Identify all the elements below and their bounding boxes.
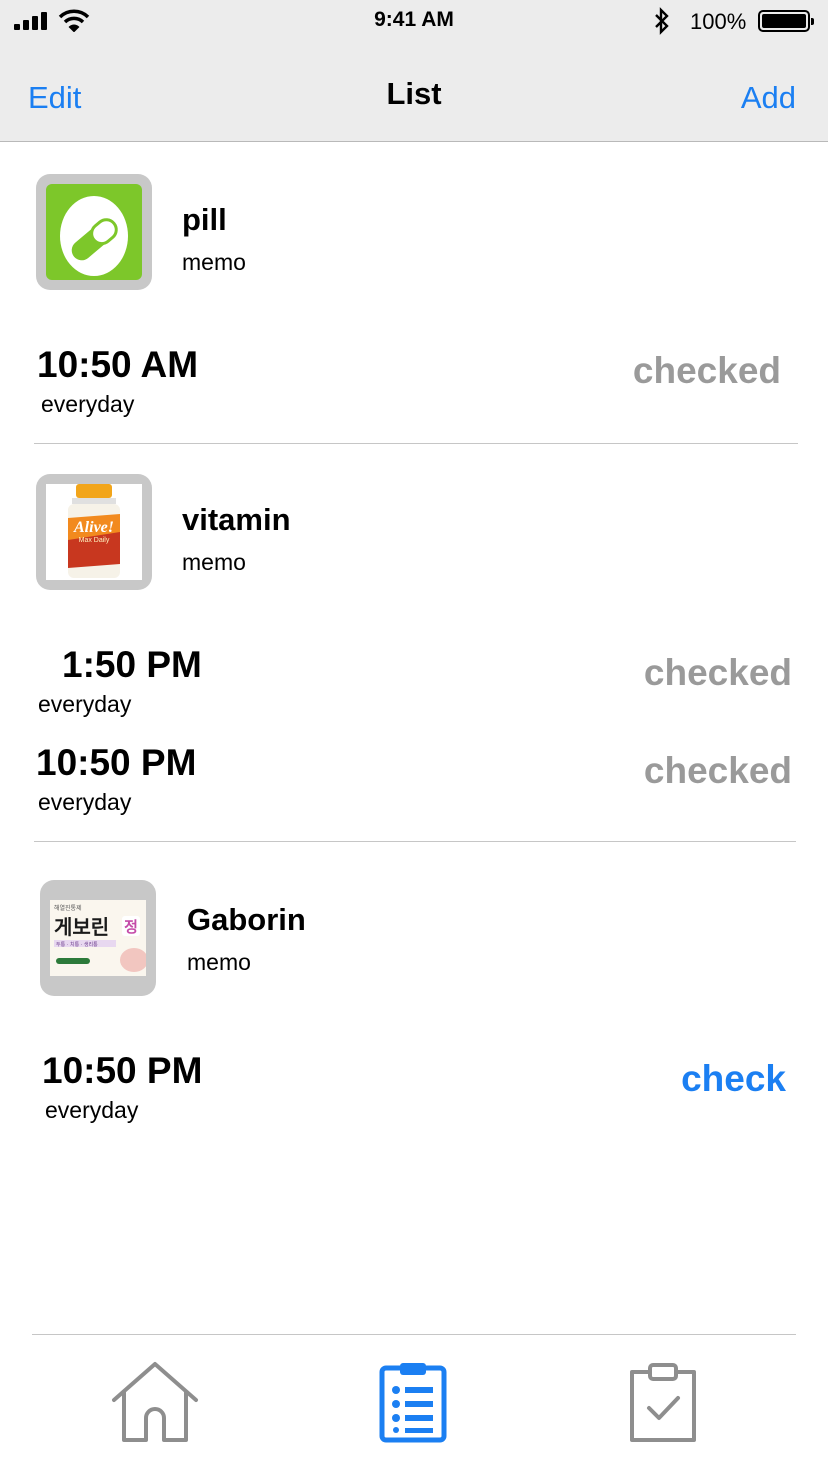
clipboard-check-icon[interactable] [618, 1360, 708, 1444]
vitamin-bottle-image: Alive! Max Daily [46, 484, 142, 580]
status-bar: 9:41 AM 100% [0, 0, 828, 42]
divider [34, 443, 798, 444]
gaborin-thumbnail[interactable]: 해열진통제 게보린 정 두통 · 치통 · 생리통 [40, 880, 156, 996]
bluetooth-icon [655, 7, 669, 35]
schedule-time: 10:50 PM [42, 1050, 203, 1091]
battery-percent: 100% [690, 9, 747, 34]
schedule-frequency: everyday [38, 789, 132, 815]
svg-text:두통 · 치통 · 생리통: 두통 · 치통 · 생리통 [56, 941, 98, 948]
battery-icon [758, 10, 814, 32]
svg-text:Alive!: Alive! [73, 519, 114, 536]
item-memo: memo [182, 549, 246, 575]
checked-status: checked [643, 652, 792, 693]
vitamin-thumbnail[interactable]: Alive! Max Daily [36, 474, 152, 590]
add-button[interactable]: Add [741, 80, 796, 116]
divider [34, 841, 796, 842]
schedule-time: 10:50 PM [36, 742, 197, 783]
page-title: List [386, 76, 442, 111]
item-name: pill [182, 202, 227, 237]
svg-text:게보린: 게보린 [54, 915, 109, 939]
tabbar-divider [32, 1334, 796, 1335]
svg-text:정: 정 [124, 918, 138, 936]
schedule-time: 1:50 PM [62, 644, 202, 685]
pill-icon [46, 184, 142, 280]
gaborin-box-image: 해열진통제 게보린 정 두통 · 치통 · 생리통 [50, 900, 146, 976]
list-icon[interactable] [369, 1360, 459, 1444]
schedule-frequency: everyday [45, 1097, 139, 1123]
check-button[interactable]: check [681, 1058, 786, 1100]
schedule-time: 10:50 AM [37, 344, 199, 385]
item-name: vitamin [182, 502, 291, 537]
svg-text:Max Daily: Max Daily [79, 537, 110, 544]
checked-status: checked [632, 350, 781, 391]
item-name: Gaborin [187, 902, 306, 937]
checked-status: checked [643, 750, 792, 791]
item-memo: memo [187, 949, 251, 975]
navigation-bar: 9:41 AM 100% Edit List Add [0, 0, 828, 142]
svg-text:해열진통제: 해열진통제 [54, 904, 82, 912]
item-memo: memo [182, 249, 246, 275]
schedule-frequency: everyday [38, 691, 132, 717]
pill-thumbnail[interactable] [36, 174, 152, 290]
schedule-frequency: everyday [41, 391, 135, 417]
home-icon[interactable] [110, 1360, 200, 1444]
